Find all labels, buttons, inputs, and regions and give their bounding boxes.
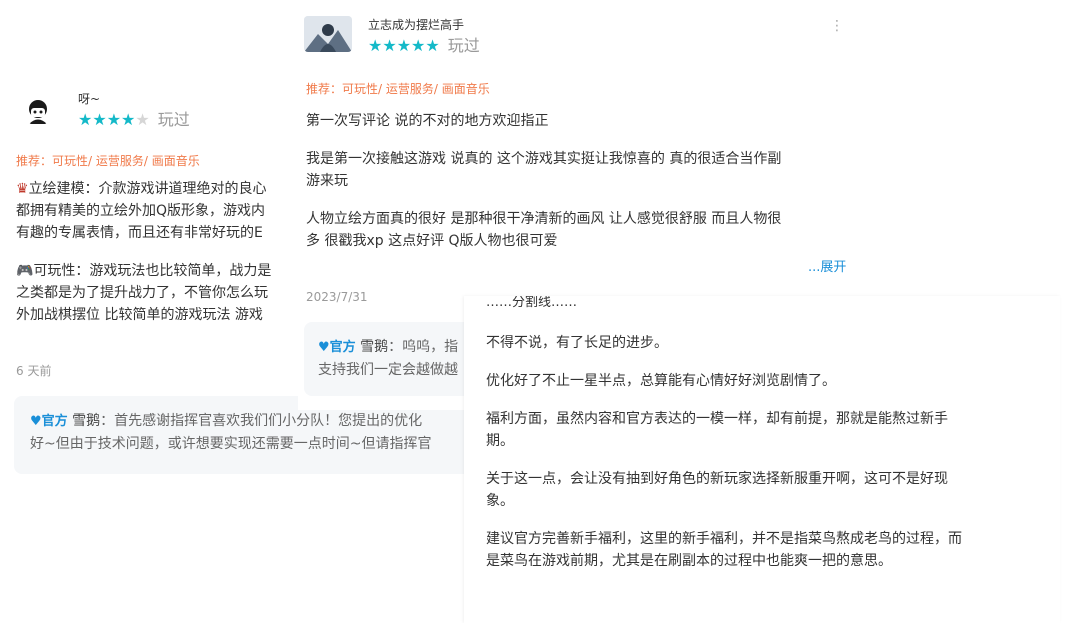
official-badge: ♥官方 [30, 414, 68, 429]
review-line: 福利方面，虽然内容和官方表达的一模一样，却有前提，那就是能熬过新手 [486, 411, 948, 427]
review-line: 人物立绘方面真的很好 是那种很干净清新的画风 让人感觉很舒服 而且人物很 [306, 211, 782, 227]
star-icon: ★ [396, 36, 412, 55]
review-line: 是菜鸟在游戏前期，尤其是在刷副本的过程中也能爽一把的意思。 [486, 553, 892, 569]
review-line: 关于这一点，会让没有抽到好角色的新玩家选择新服重开啊，这可不是好现 [486, 471, 948, 487]
username[interactable]: 立志成为摆烂高手 [368, 16, 464, 33]
official-badge: ♥官方 [318, 340, 356, 355]
heart-icon: ♥ [318, 340, 330, 355]
figure-icon: ♛ [16, 181, 29, 197]
review-card-right: ……分割线…… 不得不说，有了长足的进步。 优化好了不止一星半点，总算能有心情好… [464, 296, 1060, 623]
avatar-icon [29, 100, 47, 124]
review-text: ……分割线…… 不得不说，有了长足的进步。 优化好了不止一星半点，总算能有心情好… [486, 296, 962, 572]
username[interactable]: 呀~ [78, 90, 100, 107]
review-line: 期。 [486, 433, 514, 449]
review-line: 外加战棋摆位 比较简单的游戏玩法 游戏 [16, 307, 263, 323]
played-label: 玩过 [447, 36, 480, 55]
recommend-tags: 推荐：可玩性/ 运营服务/ 画面音乐 [306, 82, 490, 96]
user-avatar[interactable] [304, 16, 352, 52]
rating-stars: ★ ★ ★ ★ ★ 玩过 [78, 112, 190, 128]
star-icon: ★ [411, 36, 426, 55]
user-avatar[interactable] [24, 98, 52, 126]
review-line: 建议官方完善新手福利，这里的新手福利，并不是指菜鸟熬成老鸟的过程，而 [486, 531, 962, 547]
review-line: 有趣的专属表情，而且还有非常好玩的E [16, 225, 263, 241]
review-line: 游来玩 [306, 173, 348, 189]
star-icon: ★ [368, 36, 383, 55]
review-line: 我是第一次接触这游戏 说真的 这个游戏其实挺让我惊喜的 真的很适合当作副 [306, 151, 782, 167]
divider-text: ……分割线…… [486, 296, 578, 310]
review-line: 不得不说，有了长足的进步。 [486, 335, 668, 351]
review-line: 之类都是为了提升战力了，不管你怎么玩 [16, 285, 268, 301]
avatar-icon [304, 16, 352, 52]
star-icon: ★ [92, 110, 107, 129]
review-line: 🎮可玩性：游戏玩法也比较简单，战力是 [16, 263, 272, 279]
star-icon: ★ [382, 36, 397, 55]
review-line: 多 很戳我xp 这点好评 Q版人物也很可爱 [306, 233, 558, 249]
review-line: 象。 [486, 493, 514, 509]
reply-line: ：首先感谢指挥官喜欢我们们小分队！您提出的优化 [100, 413, 423, 429]
expand-link[interactable]: ...展开 [808, 256, 846, 275]
recommend-tags: 推荐：可玩性/ 运营服务/ 画面音乐 [16, 154, 200, 168]
star-icon: ★ [121, 110, 136, 129]
review-line: 都拥有精美的立绘外加Q版形象，游戏内 [16, 203, 266, 219]
reply-author[interactable]: 雪鹅 [72, 413, 100, 429]
star-icon: ★ [425, 36, 440, 55]
reply-line: ：呜呜，指 [388, 339, 459, 355]
played-label: 玩过 [157, 110, 190, 129]
heart-icon: ♥ [30, 414, 42, 429]
review-text: ♛立绘建模：介款游戏讲道理绝对的良心 都拥有精美的立绘外加Q版形象，游戏内 有趣… [16, 178, 271, 326]
review-line: 第一次写评论 说的不对的地方欢迎指正 [306, 113, 549, 129]
review-date: 2023/7/31 [306, 290, 368, 304]
star-icon: ★ [78, 110, 93, 129]
more-options-icon[interactable]: ⋮ [830, 18, 844, 34]
review-line: ♛立绘建模：介款游戏讲道理绝对的良心 [16, 181, 267, 197]
gamepad-icon: 🎮 [16, 263, 34, 279]
review-line: 优化好了不止一星半点，总算能有心情好好浏览剧情了。 [486, 373, 836, 389]
reply-author[interactable]: 雪鹅 [360, 339, 388, 355]
review-time: 6 天前 [16, 364, 52, 378]
review-text: 第一次写评论 说的不对的地方欢迎指正 我是第一次接触这游戏 说真的 这个游戏其实… [306, 110, 781, 252]
rating-stars: ★ ★ ★ ★ ★ 玩过 [368, 38, 480, 54]
star-icon: ★ [106, 110, 122, 129]
star-empty-icon: ★ [135, 110, 150, 129]
